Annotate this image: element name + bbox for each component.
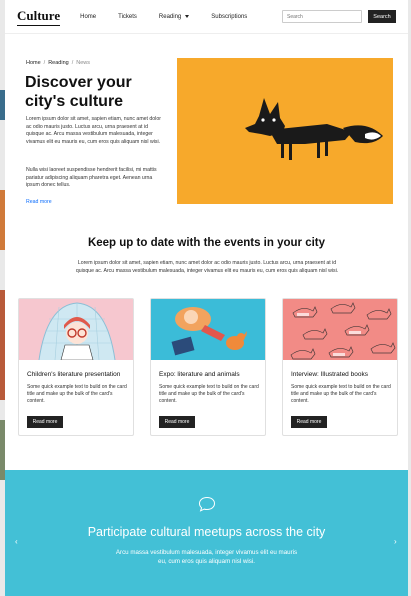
banner-title: Participate cultural meetups across the … bbox=[87, 525, 326, 539]
card-title: Interview: Illustrated books bbox=[291, 371, 368, 378]
read-more-button[interactable]: Read more bbox=[291, 416, 327, 428]
breadcrumb-home[interactable]: Home bbox=[26, 60, 41, 66]
chevron-down-icon bbox=[185, 15, 190, 18]
chat-bubble-icon bbox=[198, 496, 216, 512]
card-image-children-reading bbox=[19, 299, 133, 360]
breadcrumb: Home / Reading / News bbox=[26, 60, 90, 66]
breadcrumb-reading[interactable]: Reading bbox=[48, 60, 69, 66]
nav-link-tickets[interactable]: Tickets bbox=[118, 14, 137, 20]
carousel-banner: ‹ Participate cultural meetups across th… bbox=[5, 470, 408, 596]
nav-link-reading[interactable]: Reading bbox=[158, 13, 190, 20]
search-button[interactable]: Search bbox=[368, 10, 396, 23]
brand-logo[interactable]: Culture bbox=[17, 8, 61, 26]
card-image-animals bbox=[151, 299, 265, 360]
hero-title: Discover your city's culture bbox=[25, 74, 132, 110]
card-image-cats-pattern bbox=[283, 299, 397, 360]
breadcrumb-current: News bbox=[76, 60, 90, 66]
nav-link-subscriptions[interactable]: Subscriptions bbox=[211, 14, 247, 20]
card-title: Children's literature presentation bbox=[27, 371, 121, 378]
event-card: Interview: Illustrated books Some quick … bbox=[282, 298, 398, 436]
breadcrumb-separator: / bbox=[43, 60, 46, 66]
card-text: Some quick example text to build on the … bbox=[27, 384, 127, 404]
banner-text: Arcu massa vestibulum malesuada, integer… bbox=[115, 549, 298, 565]
card-text: Some quick example text to build on the … bbox=[159, 384, 259, 404]
read-more-button[interactable]: Read more bbox=[27, 416, 63, 428]
section-title: Keep up to date with the events in your … bbox=[87, 237, 326, 249]
card-title: Expo: literature and animals bbox=[159, 371, 240, 378]
chevron-right-icon[interactable]: › bbox=[394, 537, 397, 546]
card-text: Some quick example text to build on the … bbox=[291, 384, 391, 404]
event-card: Expo: literature and animals Some quick … bbox=[150, 298, 266, 436]
navbar: Culture Home Tickets Reading Subscriptio… bbox=[5, 0, 408, 34]
breadcrumb-separator: / bbox=[71, 60, 74, 66]
read-more-button[interactable]: Read more bbox=[159, 416, 195, 428]
search-input[interactable] bbox=[282, 10, 362, 23]
nav-link-home[interactable]: Home bbox=[80, 14, 96, 20]
event-card: Children's literature presentation Some … bbox=[18, 298, 134, 436]
page: Culture Home Tickets Reading Subscriptio… bbox=[5, 0, 408, 596]
section-text: Lorem ipsum dolor sit amet, sapien etiam… bbox=[75, 260, 339, 274]
read-more-link[interactable]: Read more bbox=[26, 199, 52, 205]
hero-fox-illustration bbox=[177, 58, 393, 204]
hero-paragraph: Nulla wisi laoreet suspendisse hendrerit… bbox=[26, 167, 157, 189]
hero-paragraph: Lorem ipsum dolor sit amet, sapien etiam… bbox=[26, 116, 161, 145]
nav-link-reading-label: Reading bbox=[158, 13, 182, 20]
